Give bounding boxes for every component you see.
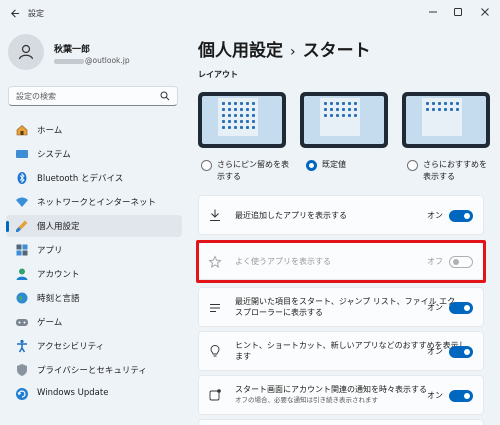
breadcrumb: 個人用設定 › スタート xyxy=(198,36,371,61)
gamepad-icon xyxy=(16,319,28,326)
sidebar-item-network[interactable]: ネットワークとインターネット xyxy=(6,191,182,213)
maximize-button[interactable] xyxy=(447,4,469,20)
sidebar-item-time-language[interactable]: 時刻と言語 xyxy=(6,287,182,309)
recommendations-toggle[interactable] xyxy=(449,346,473,358)
sidebar-item-label: ホーム xyxy=(37,126,63,136)
sidebar-item-label: ネットワークとインターネット xyxy=(37,198,157,208)
person-icon xyxy=(16,268,28,280)
sidebar-item-accounts[interactable]: アカウント xyxy=(6,263,182,285)
globe-icon xyxy=(16,292,28,304)
sidebar-item-label: 時刻と言語 xyxy=(37,294,80,304)
monitor-icon xyxy=(16,150,28,158)
sidebar-item-apps[interactable]: アプリ xyxy=(6,239,182,261)
sidebar-item-label: 個人用設定 xyxy=(37,222,80,232)
maximize-icon xyxy=(454,8,462,16)
setting-label: 最近追加したアプリを表示する xyxy=(235,211,347,220)
person-icon xyxy=(18,44,34,60)
home-icon xyxy=(16,125,28,136)
sidebar-item-gaming[interactable]: ゲーム xyxy=(6,311,182,333)
sidebar-item-accessibility[interactable]: アクセシビリティ xyxy=(6,335,182,357)
shield-icon xyxy=(17,364,27,376)
toggle-state-label: オン xyxy=(427,303,443,312)
user-name: 秋葉一郎 xyxy=(54,45,91,55)
sidebar-item-label: アプリ xyxy=(37,246,63,256)
search-placeholder: 設定の検索 xyxy=(16,92,56,101)
layout-more-recommendations-label: さらにおすすめを 表示する xyxy=(423,160,487,181)
search-input[interactable]: 設定の検索 xyxy=(8,86,178,106)
preview-app-grid xyxy=(324,102,358,117)
sidebar-item-label: アカウント xyxy=(37,270,80,280)
close-button[interactable] xyxy=(474,4,496,20)
setting-show-recently-opened-items: 最近開いた項目をスタート、ジャンプ リスト、ファイル エク スプローラーに表示す… xyxy=(198,287,484,327)
setting-show-account-notifications: スタート画面にアカウント関連の通知を時々表示する オフの場合、必要な通知は引き続… xyxy=(198,375,484,415)
sidebar-item-system[interactable]: システム xyxy=(6,143,182,165)
layout-more-pins-preview[interactable] xyxy=(198,92,286,148)
minimize-button[interactable] xyxy=(422,4,444,20)
setting-partial-card xyxy=(198,419,484,425)
toggle-state-label: オン xyxy=(427,211,443,220)
recently-opened-items-toggle[interactable] xyxy=(449,302,473,314)
recently-added-apps-toggle[interactable] xyxy=(449,210,473,222)
close-icon xyxy=(481,8,489,16)
sidebar-item-label: プライバシーとセキュリティ xyxy=(37,366,147,376)
layout-default-preview[interactable] xyxy=(300,92,388,148)
sidebar-item-privacy[interactable]: プライバシーとセキュリティ xyxy=(6,359,182,381)
preview-app-grid xyxy=(426,102,460,111)
notification-icon xyxy=(209,389,221,401)
download-icon xyxy=(210,209,220,221)
layout-more-recommendations-preview[interactable] xyxy=(402,92,490,148)
setting-sublabel: オフの場合、必要な通知は引き続き表示されます xyxy=(235,396,378,404)
avatar[interactable] xyxy=(8,34,44,70)
sidebar-item-label: アクセシビリティ xyxy=(37,342,105,352)
update-icon xyxy=(16,388,28,400)
breadcrumb-separator: › xyxy=(290,44,296,60)
highlight-box xyxy=(196,240,486,283)
toggle-state-label: オン xyxy=(427,391,443,400)
bluetooth-icon xyxy=(17,172,27,184)
sidebar-item-home[interactable]: ホーム xyxy=(6,119,182,141)
page-title: スタート xyxy=(302,41,371,61)
accessibility-icon xyxy=(17,339,27,353)
list-icon xyxy=(210,304,220,312)
sidebar-item-windows-update[interactable]: Windows Update xyxy=(6,383,182,405)
window-title: 設定 xyxy=(28,9,44,18)
layout-default-radio[interactable] xyxy=(306,160,317,171)
apps-icon xyxy=(16,244,28,256)
layout-section-label: レイアウト xyxy=(198,70,238,79)
active-indicator xyxy=(6,221,9,232)
search-icon xyxy=(160,91,170,101)
layout-default-label: 既定値 xyxy=(322,160,346,169)
setting-show-recommendations: ヒント、ショートカット、新しいアプリなどのおすすめを表示し ます オン xyxy=(198,331,484,371)
layout-more-pins-radio[interactable] xyxy=(201,160,212,171)
setting-show-recently-added-apps: 最近追加したアプリを表示する オン xyxy=(198,195,484,235)
layout-more-pins-label: さらにピン留めを表 示する xyxy=(217,160,289,181)
title-bar: 設定 xyxy=(0,0,500,26)
sidebar-item-bluetooth[interactable]: Bluetooth とデバイス xyxy=(6,167,182,189)
account-notifications-toggle[interactable] xyxy=(449,390,473,402)
sidebar-item-label: Bluetooth とデバイス xyxy=(37,174,124,184)
sidebar-item-label: Windows Update xyxy=(37,388,109,398)
sidebar-item-label: ゲーム xyxy=(37,318,63,328)
sidebar-item-personalization[interactable]: 個人用設定 xyxy=(6,215,182,237)
sidebar-item-label: システム xyxy=(37,150,71,160)
wifi-icon xyxy=(16,197,28,207)
back-arrow-icon[interactable] xyxy=(9,8,20,19)
minimize-icon xyxy=(429,11,437,13)
setting-label: スタート画面にアカウント関連の通知を時々表示する オフの場合、必要な通知は引き続… xyxy=(235,385,427,404)
setting-label: 最近開いた項目をスタート、ジャンプ リスト、ファイル エク スプローラーに表示す… xyxy=(235,297,456,317)
preview-app-grid xyxy=(222,102,256,129)
brush-icon xyxy=(16,220,28,232)
lightbulb-icon xyxy=(210,345,220,357)
user-email: @outlook.jp xyxy=(54,56,130,65)
layout-more-recommendations-radio[interactable] xyxy=(407,160,418,171)
breadcrumb-parent[interactable]: 個人用設定 xyxy=(198,41,283,61)
toggle-state-label: オン xyxy=(427,347,443,356)
